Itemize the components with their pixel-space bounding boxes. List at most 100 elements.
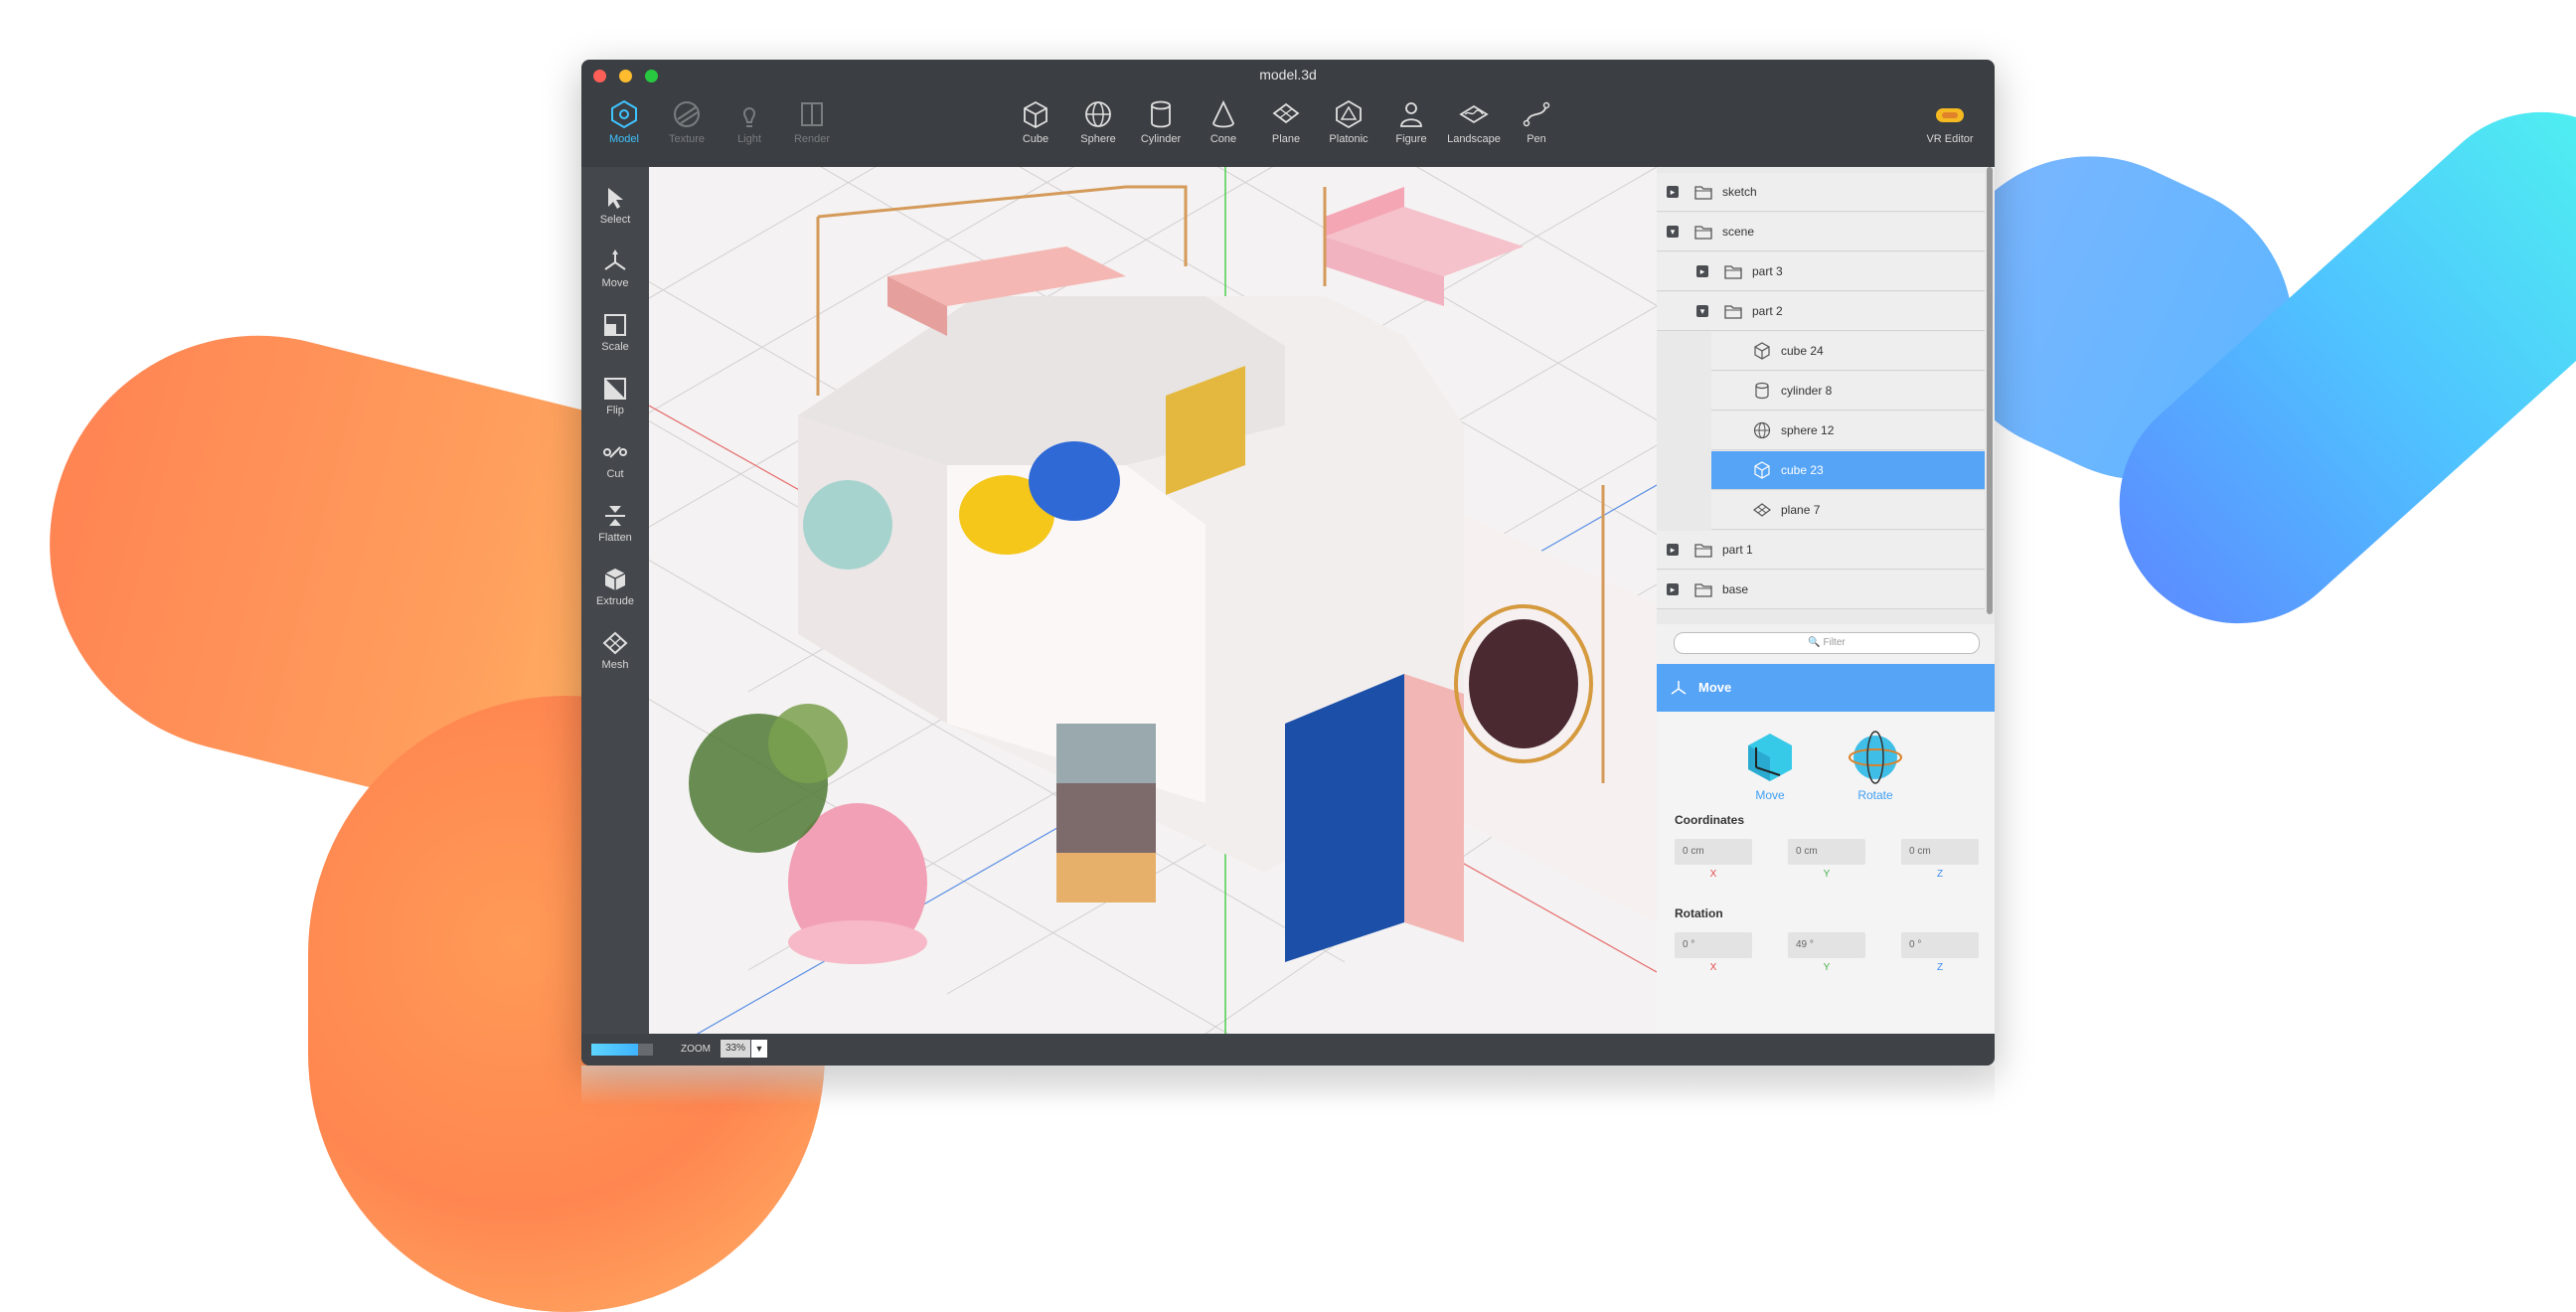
add-landscape-button[interactable]: Landscape [1444,99,1504,145]
tree-item-label: plane 7 [1781,503,1821,517]
rotation-title: Rotation [1675,906,1723,920]
mode-tab-light[interactable]: Light [720,99,779,145]
expand-toggle[interactable]: ▸ [1667,544,1679,556]
filter-input[interactable]: 🔍 Filter [1674,632,1980,654]
rotation-x-label: X [1709,962,1717,973]
vr-editor-button[interactable]: VR Editor [1915,99,1985,145]
mode-tab-texture[interactable]: Texture [657,99,717,145]
platonic-icon [1336,99,1362,129]
add-cone-button[interactable]: Cone [1194,99,1253,145]
tool-cut[interactable]: Cut [581,439,649,480]
coordinate-x-field[interactable]: 0 cm [1675,839,1752,865]
tool-scale[interactable]: Scale [581,312,649,353]
tree-item-label: scene [1722,225,1755,239]
landscape-icon [1459,104,1489,124]
cut-icon [603,446,627,458]
tree-item-cylinder-8[interactable]: cylinder 8 [1711,372,1985,410]
cylinder-icon [1151,100,1171,128]
cube-icon [1754,461,1770,479]
cube-icon [1754,342,1770,360]
coordinate-y-field[interactable]: 0 cm [1788,839,1865,865]
tree-item-label: part 2 [1752,304,1783,318]
mode-tab-render[interactable]: Render [782,99,842,145]
status-bar: ZOOM 33% ▼ [581,1034,1995,1066]
tree-item-part-2[interactable]: ▾ part 2 [1657,292,1985,331]
rotate-tool-button[interactable]: Rotate [1836,730,1915,802]
coordinate-y-label: Y [1823,869,1831,880]
tool-select[interactable]: Select [581,185,649,226]
add-pen-button[interactable]: Pen [1507,99,1566,145]
tree-item-label: part 3 [1752,264,1783,278]
add-sphere-button[interactable]: Sphere [1068,99,1128,145]
render-icon [801,102,823,126]
tool-move[interactable]: Move [581,248,649,289]
tree-item-label: cube 23 [1781,463,1824,477]
tool-flip[interactable]: Flip [581,376,649,416]
tool-mesh[interactable]: Mesh [581,630,649,671]
move-axes-icon [1671,681,1687,695]
tree-item-cube-24[interactable]: cube 24 [1711,332,1985,371]
folder-icon [1694,544,1712,558]
rotation-y-field[interactable]: 49 ° [1788,932,1865,958]
close-window-button[interactable] [593,70,606,82]
expand-toggle[interactable]: ▸ [1667,583,1679,595]
add-cube-button[interactable]: Cube [1006,99,1065,145]
properties-header: Move [1657,664,1995,712]
window-title: model.3d [1259,67,1317,82]
tree-item-part-3[interactable]: ▸ part 3 [1657,252,1985,291]
tree-item-scene[interactable]: ▾ scene [1657,213,1985,251]
coordinates-title: Coordinates [1675,813,1745,827]
properties-panel: Move Rotate Coordinates 0 cm 0 cm 0 cm X… [1657,712,1995,1034]
tool-flatten[interactable]: Flatten [581,503,649,544]
tree-item-part-1[interactable]: ▸ part 1 [1657,531,1985,570]
minimize-window-button[interactable] [619,70,632,82]
expand-toggle[interactable]: ▾ [1696,305,1708,317]
cube-icon [1024,100,1047,129]
rotation-y-label: Y [1823,962,1831,973]
plane-icon [1753,503,1771,517]
expand-toggle[interactable]: ▾ [1667,226,1679,238]
tree-item-base[interactable]: ▸ base [1657,571,1985,609]
tree-item-cube-23[interactable]: cube 23 [1711,451,1985,490]
cylinder-icon [1755,382,1769,400]
tree-item-sphere-12[interactable]: sphere 12 [1711,411,1985,450]
tree-scrollbar[interactable] [1987,167,1993,614]
tree-item-label: sphere 12 [1781,423,1835,437]
rotation-z-field[interactable]: 0 ° [1901,932,1979,958]
figure-icon [1400,102,1422,127]
left-toolbar: Select Move Scale Flip Cut Flatten Extru… [581,167,649,1034]
app-window: model.3d Model Texture Light Render Cube… [581,60,1995,1066]
isometric-structure [689,185,1657,964]
add-figure-button[interactable]: Figure [1381,99,1441,145]
add-plane-button[interactable]: Plane [1256,99,1316,145]
tree-item-sketch[interactable]: ▸ sketch [1657,173,1985,212]
tool-extrude[interactable]: Extrude [581,567,649,607]
texture-icon [674,101,700,127]
3d-viewport[interactable] [649,167,1657,1034]
expand-toggle[interactable]: ▸ [1667,186,1679,198]
zoom-dropdown-button[interactable]: ▼ [751,1040,767,1058]
move-tool-button[interactable]: Move [1730,730,1810,802]
scene-tree: ▸ sketch ▾ scene ▸ part 3 ▾ part 2 cube 24 cylind… [1657,167,1995,624]
vr-headset-icon [1936,108,1964,122]
extrude-icon [604,569,626,590]
plane-icon [1272,102,1300,124]
coordinate-z-field[interactable]: 0 cm [1901,839,1979,865]
search-icon: 🔍 [1808,637,1821,648]
scene-render [649,167,1657,1034]
tree-item-plane-7[interactable]: plane 7 [1711,491,1985,530]
folder-icon [1694,186,1712,200]
add-platonic-button[interactable]: Platonic [1319,99,1378,145]
model-icon [611,99,637,129]
folder-icon [1724,265,1742,279]
maximize-window-button[interactable] [645,70,658,82]
rotation-x-field[interactable]: 0 ° [1675,932,1752,958]
zoom-value-field[interactable]: 33% [721,1040,750,1058]
add-cylinder-button[interactable]: Cylinder [1131,99,1191,145]
mode-tab-model[interactable]: Model [594,99,654,145]
tree-item-label: cube 24 [1781,344,1824,358]
expand-toggle[interactable]: ▸ [1696,265,1708,277]
properties-title: Move [1698,680,1732,695]
folder-icon [1724,305,1742,319]
folder-icon [1694,226,1712,240]
